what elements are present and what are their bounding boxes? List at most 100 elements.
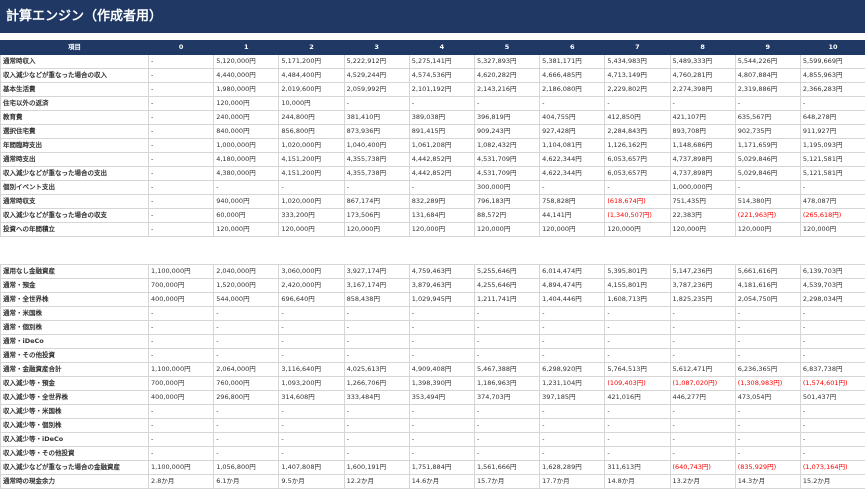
cell-year-10: 2,298,034円	[800, 293, 865, 307]
cell-year-1: 760,000円	[214, 377, 279, 391]
cell-year-3: -	[344, 335, 409, 349]
row-label: 運用なし金融資産	[1, 265, 149, 279]
cell-year-7: -	[605, 97, 670, 111]
cell-year-1: 1,000,000円	[214, 139, 279, 153]
cell-year-3: 381,410円	[344, 111, 409, 125]
header-year-9: 9	[735, 41, 800, 55]
cell-year-9: 514,380円	[735, 195, 800, 209]
cell-year-4: 1,398,390円	[409, 377, 474, 391]
cell-year-5: -	[474, 97, 539, 111]
cell-year-6: 4,666,485円	[540, 69, 605, 83]
cell-year-1: 4,380,000円	[214, 167, 279, 181]
cell-year-6: -	[540, 405, 605, 419]
cell-year-0: 1,100,000円	[149, 461, 214, 475]
cell-year-0: -	[149, 447, 214, 461]
table-row: 通常・米国株-----------	[1, 307, 865, 321]
cell-year-9: -	[735, 181, 800, 195]
cell-year-7: 14.8か月	[605, 475, 670, 489]
cell-year-2: -	[279, 181, 344, 195]
cell-year-3: 12.2か月	[344, 475, 409, 489]
cell-year-8: 4,760,281円	[670, 69, 735, 83]
cell-year-2: 2,019,600円	[279, 83, 344, 97]
cell-year-2: 5,171,200円	[279, 55, 344, 69]
cell-year-0: -	[149, 195, 214, 209]
cell-year-4: 3,879,463円	[409, 279, 474, 293]
cell-year-4: 4,909,408円	[409, 363, 474, 377]
cell-year-0: 400,000円	[149, 293, 214, 307]
cell-year-2: 244,800円	[279, 111, 344, 125]
cell-year-7: 4,155,801円	[605, 279, 670, 293]
cell-year-9: 473,054円	[735, 391, 800, 405]
cell-year-6: -	[540, 419, 605, 433]
cell-year-0: -	[149, 405, 214, 419]
cell-year-0: -	[149, 125, 214, 139]
cell-year-1: 5,120,000円	[214, 55, 279, 69]
cell-year-9: -	[735, 433, 800, 447]
cell-year-10: 1,195,093円	[800, 139, 865, 153]
header-year-3: 3	[344, 41, 409, 55]
cell-year-1: 60,000円	[214, 209, 279, 223]
row-label: 収入減少などが重なった場合の支出	[1, 167, 149, 181]
cell-year-9: -	[735, 405, 800, 419]
cell-year-8: 446,277円	[670, 391, 735, 405]
cell-year-7: 412,850円	[605, 111, 670, 125]
table-row: 通常時収支-940,000円1,020,000円867,174円832,289円…	[1, 195, 865, 209]
cell-year-3: -	[344, 307, 409, 321]
cell-year-6: 1,404,446円	[540, 293, 605, 307]
cell-year-0: -	[149, 167, 214, 181]
table-row: 通常・iDeCo-----------	[1, 335, 865, 349]
cell-year-0: 700,000円	[149, 279, 214, 293]
table-row: 個別イベント支出-----300,000円--1,000,000円--	[1, 181, 865, 195]
cell-year-8: 1,000,000円	[670, 181, 735, 195]
cell-year-0: -	[149, 55, 214, 69]
cell-year-3: 1,600,191円	[344, 461, 409, 475]
cell-year-4: 353,494円	[409, 391, 474, 405]
cell-year-2: 4,151,200円	[279, 153, 344, 167]
cell-year-2: 4,484,400円	[279, 69, 344, 83]
table-row: 運用なし金融資産1,100,000円2,040,000円3,060,000円3,…	[1, 265, 865, 279]
cell-year-0: -	[149, 181, 214, 195]
cell-year-10: 15.2か月	[800, 475, 865, 489]
cell-year-7: 2,284,843円	[605, 125, 670, 139]
cell-year-6: 17.7か月	[540, 475, 605, 489]
cell-year-3: 858,438円	[344, 293, 409, 307]
cell-year-6: 4,622,344円	[540, 153, 605, 167]
cell-year-3: 867,174円	[344, 195, 409, 209]
cell-year-9: 5,029,846円	[735, 153, 800, 167]
cell-year-2: 3,060,000円	[279, 265, 344, 279]
cell-year-8: 421,107円	[670, 111, 735, 125]
row-label: 選択住宅費	[1, 125, 149, 139]
cell-year-10: -	[800, 433, 865, 447]
cell-year-9: 4,181,616円	[735, 279, 800, 293]
cell-year-1: 6.1か月	[214, 475, 279, 489]
cell-year-8: 5,612,471円	[670, 363, 735, 377]
cell-year-8: -	[670, 307, 735, 321]
cell-year-5: 396,819円	[474, 111, 539, 125]
cell-year-5: 4,255,646円	[474, 279, 539, 293]
cell-year-9: -	[735, 307, 800, 321]
cell-year-1: 2,064,000円	[214, 363, 279, 377]
cell-year-6: 4,622,344円	[540, 167, 605, 181]
cell-year-4: -	[409, 447, 474, 461]
cell-year-9: -	[735, 321, 800, 335]
table-row: 通常時支出-4,180,000円4,151,200円4,355,738円4,44…	[1, 153, 865, 167]
cell-year-6: 758,828円	[540, 195, 605, 209]
cell-year-5: 88,572円	[474, 209, 539, 223]
cell-year-8: -	[670, 321, 735, 335]
table-row: 通常・その他投資-----------	[1, 349, 865, 363]
cell-year-8: 5,489,333円	[670, 55, 735, 69]
cell-year-10: 5,121,581円	[800, 167, 865, 181]
cell-year-9: (1,308,983円)	[735, 377, 800, 391]
cell-year-3: 4,025,613円	[344, 363, 409, 377]
cell-year-10: 5,121,581円	[800, 153, 865, 167]
cell-year-1: 120,000円	[214, 223, 279, 237]
row-label: 通常・その他投資	[1, 349, 149, 363]
cell-year-5: 5,467,388円	[474, 363, 539, 377]
cell-year-2: 333,200円	[279, 209, 344, 223]
cell-year-6: 927,428円	[540, 125, 605, 139]
cell-year-7: -	[605, 181, 670, 195]
cell-year-5: 4,531,709円	[474, 153, 539, 167]
cell-year-8: (1,087,020円)	[670, 377, 735, 391]
cell-year-2: 120,000円	[279, 223, 344, 237]
table-row: 収入減少等・その他投資-----------	[1, 447, 865, 461]
